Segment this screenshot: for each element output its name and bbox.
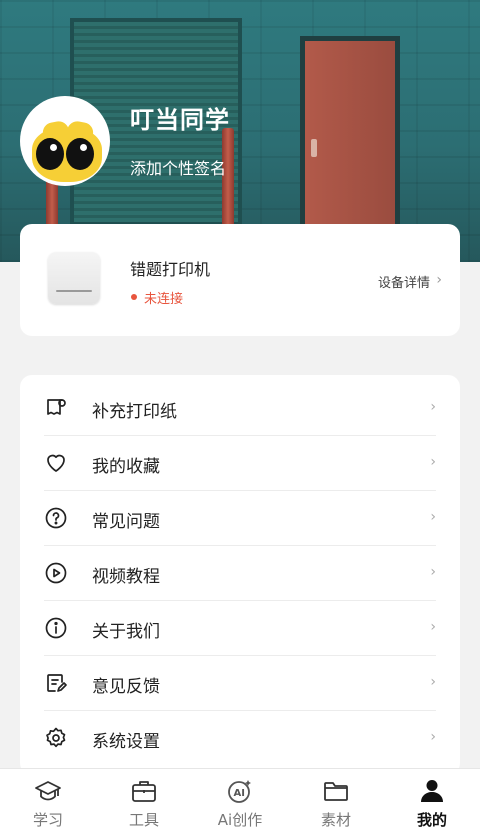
- play-icon: [44, 561, 68, 585]
- menu-item-label: 补充打印纸: [92, 402, 177, 422]
- menu-item-faq[interactable]: 常见问题 ›: [44, 491, 436, 546]
- status-dot-icon: [131, 294, 137, 300]
- menu-item-label: 我的收藏: [92, 457, 160, 477]
- gear-icon: [44, 726, 68, 750]
- menu-item-label: 常见问题: [92, 512, 160, 532]
- svg-text:AI: AI: [234, 788, 245, 799]
- menu-item-about[interactable]: 关于我们 ›: [44, 601, 436, 656]
- printer-image: [48, 252, 100, 304]
- background-red-door: [300, 36, 400, 232]
- feedback-icon: [44, 671, 68, 695]
- menu-item-label: 关于我们: [92, 622, 160, 642]
- menu-item-favorites[interactable]: 我的收藏 ›: [44, 436, 436, 491]
- signature-link[interactable]: 添加个性签名: [130, 155, 226, 179]
- tab-ai-create[interactable]: AI Ai创作: [192, 769, 288, 832]
- chevron-right-icon: ›: [436, 272, 442, 288]
- device-name: 错题打印机: [130, 260, 211, 279]
- tab-mine[interactable]: 我的: [384, 769, 480, 832]
- tab-tools[interactable]: 工具: [96, 769, 192, 832]
- folder-icon: [322, 777, 350, 805]
- paper-roll-icon: [44, 396, 68, 420]
- tab-label: Ai创作: [217, 811, 263, 829]
- briefcase-icon: [130, 777, 158, 805]
- tab-label: 学习: [32, 811, 63, 829]
- question-icon: [44, 506, 68, 530]
- ai-icon: AI: [226, 777, 254, 805]
- device-detail-link[interactable]: 设备详情: [378, 272, 430, 291]
- tab-materials[interactable]: 素材: [288, 769, 384, 832]
- tab-label: 素材: [320, 811, 351, 829]
- tab-label: 工具: [128, 811, 159, 829]
- tab-study[interactable]: 学习: [0, 769, 96, 832]
- chevron-right-icon: ›: [430, 509, 436, 525]
- menu-item-label: 视频教程: [92, 567, 160, 587]
- bottom-tab-bar: 学习 工具 AI Ai创作 素材 我的: [0, 768, 480, 832]
- chevron-right-icon: ›: [430, 729, 436, 745]
- chevron-right-icon: ›: [430, 454, 436, 470]
- username[interactable]: 叮当同学: [130, 100, 230, 135]
- menu-item-video[interactable]: 视频教程 ›: [44, 546, 436, 601]
- info-icon: [44, 616, 68, 640]
- chevron-right-icon: ›: [430, 399, 436, 415]
- device-card[interactable]: 错题打印机 未连接 设备详情 ›: [20, 224, 460, 336]
- chevron-right-icon: ›: [430, 564, 436, 580]
- connection-status: 未连接: [144, 292, 184, 307]
- menu-item-settings[interactable]: 系统设置 ›: [44, 711, 436, 766]
- chevron-right-icon: ›: [430, 619, 436, 635]
- graduation-cap-icon: [34, 777, 62, 805]
- menu-item-feedback[interactable]: 意见反馈 ›: [44, 656, 436, 711]
- menu-item-label: 系统设置: [92, 732, 160, 752]
- menu-item-label: 意见反馈: [92, 677, 160, 697]
- avatar[interactable]: [20, 96, 110, 186]
- menu-item-paper[interactable]: 补充打印纸 ›: [44, 381, 436, 436]
- chevron-right-icon: ›: [430, 674, 436, 690]
- heart-icon: [44, 451, 68, 475]
- tab-label: 我的: [416, 811, 447, 829]
- menu-list: 补充打印纸 › 我的收藏 › 常见问题 › 视频教程 › 关于我们 › 意见反馈…: [20, 375, 460, 775]
- person-icon: [418, 777, 446, 805]
